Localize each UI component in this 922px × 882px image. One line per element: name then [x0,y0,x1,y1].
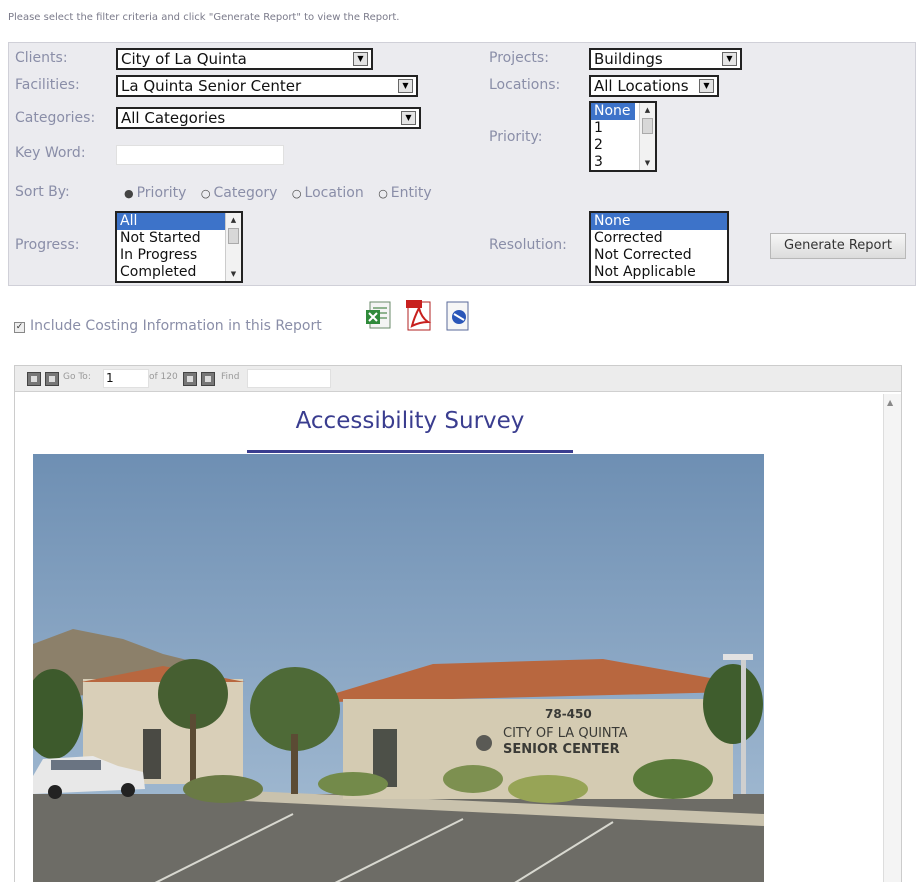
scroll-down-icon[interactable]: ▼ [227,268,240,280]
pdf-icon[interactable] [404,300,434,332]
previous-page-icon[interactable] [45,372,59,386]
progress-label: Progress: [15,237,80,253]
sort-priority-radio[interactable]: ● Priority [124,185,186,201]
resolution-option[interactable]: Corrected [591,230,727,247]
next-page-icon[interactable] [183,372,197,386]
facilities-label: Facilities: [15,77,80,93]
radio-checked-icon: ● [124,187,134,200]
scroll-up-icon[interactable]: ▲ [887,398,893,407]
progress-scrollbar[interactable]: ▲ ▼ [225,213,241,281]
keyword-input[interactable] [116,145,284,165]
resolution-option[interactable]: None [591,213,727,230]
keyword-label: Key Word: [15,145,86,161]
sort-option-label: Priority [136,185,187,201]
categories-value: All Categories [121,109,226,127]
instruction-text: Please select the filter criteria and cl… [8,12,400,23]
clients-label: Clients: [15,50,68,66]
sort-option-label: Entity [390,185,432,201]
radio-unchecked-icon: ○ [291,187,302,200]
checkbox-checked-icon: ✓ [14,322,25,333]
sort-category-radio[interactable]: ○ Category [201,185,278,201]
projects-label: Projects: [489,50,549,66]
radio-unchecked-icon: ○ [200,187,211,200]
progress-option[interactable]: In Progress [117,247,241,264]
include-costing-checkbox[interactable]: ✓ Include Costing Information in this Rep… [14,318,322,334]
projects-value: Buildings [594,50,663,68]
excel-icon[interactable] [364,300,394,332]
sort-option-label: Location [304,185,364,201]
first-page-icon[interactable] [27,372,41,386]
title-underline [247,450,573,453]
photo-sign-number: 78-450 [545,707,592,721]
report-viewer: Go To: 1 of 120 Find Accessibility Surve… [14,365,902,882]
clients-value: City of La Quinta [121,50,247,68]
chevron-down-icon: ▼ [722,52,737,66]
find-label: Find [221,372,240,382]
scroll-thumb[interactable] [642,118,653,134]
sort-location-radio[interactable]: ○ Location [292,185,364,201]
facilities-select[interactable]: La Quinta Senior Center ▼ [116,75,418,97]
progress-listbox[interactable]: All Not Started In Progress Completed ▲ … [115,211,243,283]
facilities-value: La Quinta Senior Center [121,77,302,95]
progress-option[interactable]: Not Started [117,230,241,247]
word-icon[interactable] [442,300,472,332]
sort-entity-radio[interactable]: ○ Entity [378,185,431,201]
chevron-down-icon: ▼ [401,111,416,125]
generate-report-button[interactable]: Generate Report [770,233,906,259]
progress-option[interactable]: All [117,213,241,230]
resolution-option[interactable]: Not Corrected [591,247,727,264]
report-toolbar: Go To: 1 of 120 Find [15,366,901,392]
chevron-down-icon: ▼ [353,52,368,66]
chevron-down-icon: ▼ [699,79,714,93]
photo-sign-line1: CITY OF LA QUINTA [503,726,628,741]
scroll-down-icon[interactable]: ▼ [641,157,654,169]
sort-by-label: Sort By: [15,184,70,200]
progress-option[interactable]: Completed [117,264,241,281]
locations-value: All Locations [594,77,689,95]
chevron-down-icon: ▼ [398,79,413,93]
sort-by-radio-group: ● Priority ○ Category ○ Location ○ Entity [124,185,442,201]
goto-label: Go To: [63,372,91,382]
categories-label: Categories: [15,110,96,126]
resolution-label: Resolution: [489,237,567,253]
costing-label: Include Costing Information in this Repo… [30,318,322,334]
scroll-thumb[interactable] [228,228,239,244]
locations-label: Locations: [489,77,561,93]
clients-select[interactable]: City of La Quinta ▼ [116,48,373,70]
projects-select[interactable]: Buildings ▼ [589,48,742,70]
find-input[interactable] [247,369,331,388]
locations-select[interactable]: All Locations ▼ [589,75,719,97]
report-title: Accessibility Survey [295,408,525,434]
scroll-up-icon[interactable]: ▲ [641,104,654,116]
report-scrollbar[interactable]: ▲ [883,394,901,882]
priority-scrollbar[interactable]: ▲ ▼ [639,103,655,170]
photo-sign-line2: SENIOR CENTER [503,742,620,757]
sort-option-label: Category [213,185,278,201]
last-page-icon[interactable] [201,372,215,386]
senior-center-photo: 78-450 CITY OF LA QUINTA SENIOR CENTER [33,454,764,882]
resolution-listbox[interactable]: None Corrected Not Corrected Not Applica… [589,211,729,283]
priority-label: Priority: [489,129,543,145]
resolution-option[interactable]: Not Applicable [591,264,727,281]
priority-option[interactable]: None [591,103,635,120]
radio-unchecked-icon: ○ [378,187,388,200]
categories-select[interactable]: All Categories ▼ [116,107,421,129]
page-count-label: of 120 [149,372,178,382]
page-number-input[interactable]: 1 [103,369,149,388]
scroll-up-icon[interactable]: ▲ [227,214,240,226]
priority-listbox[interactable]: None 1 2 3 ▲ ▼ [589,101,657,172]
